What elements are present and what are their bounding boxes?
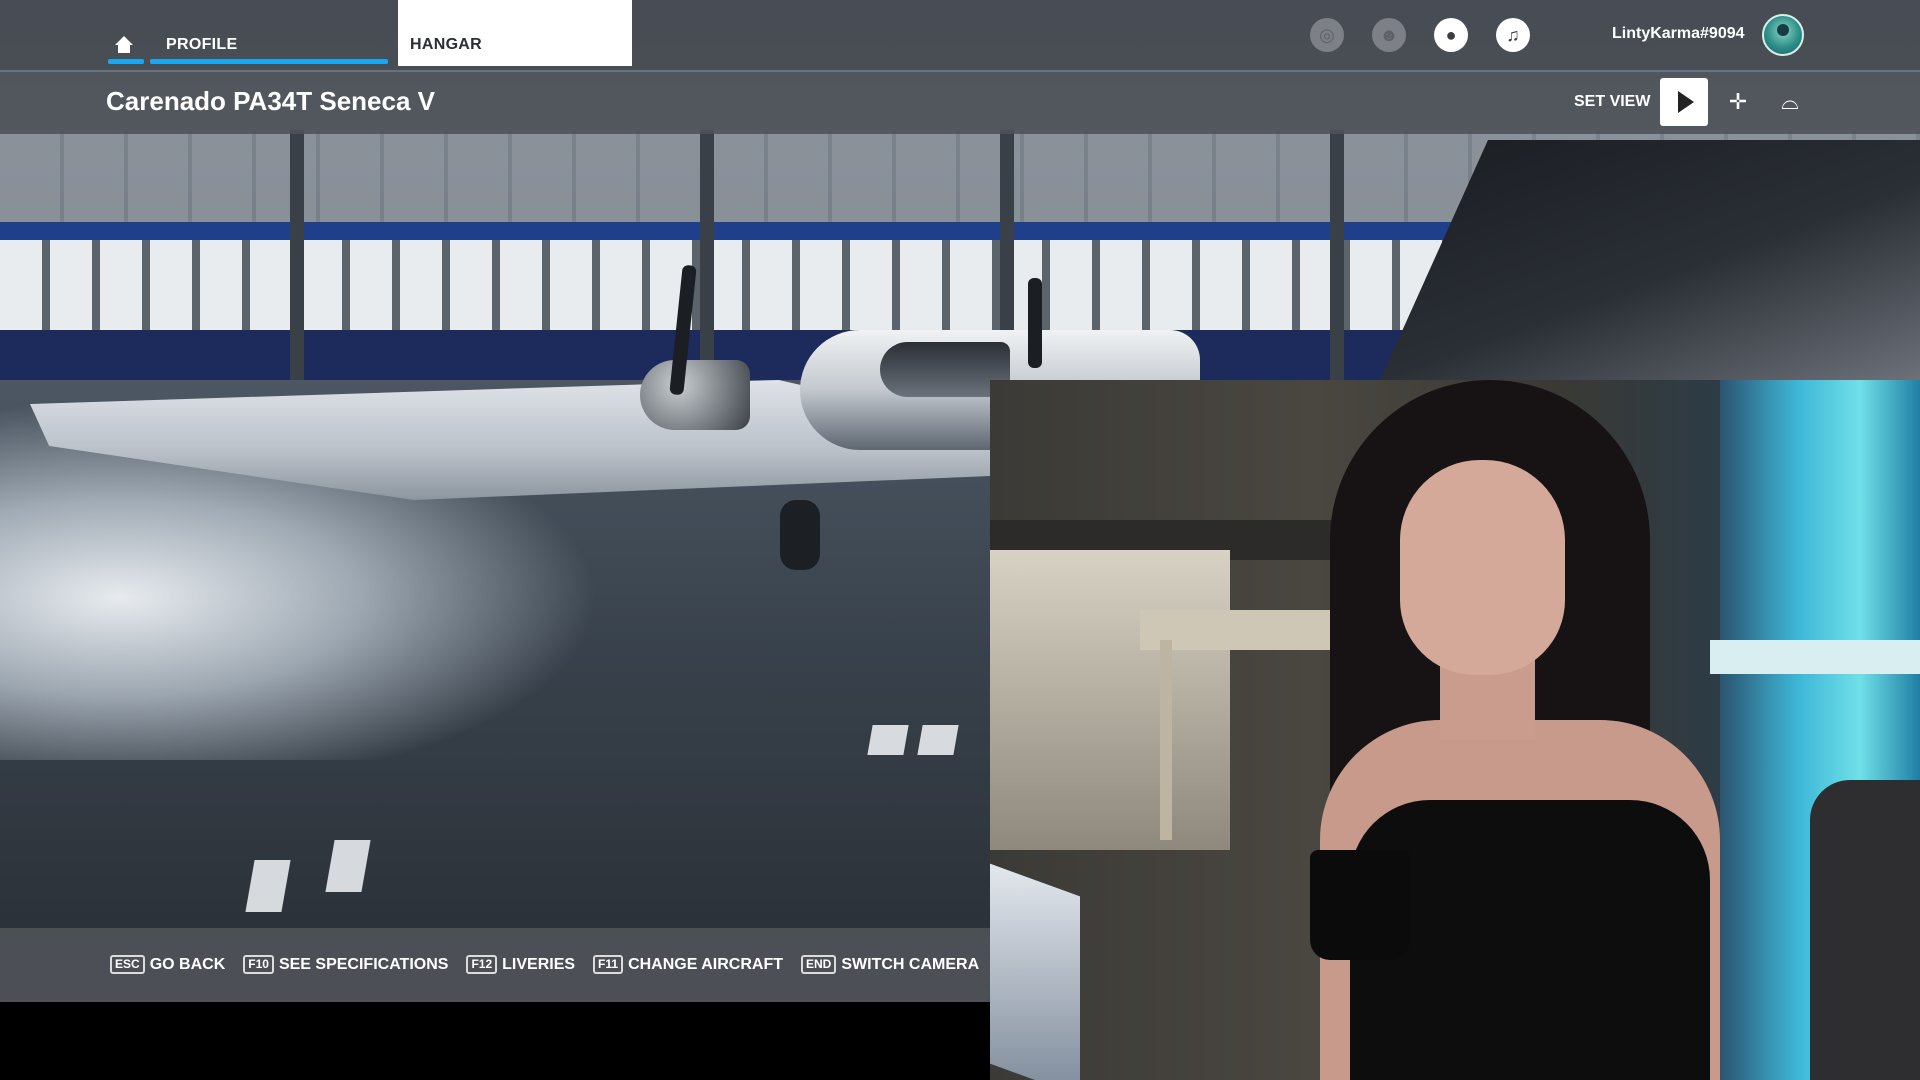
streamer-mug	[1310, 850, 1410, 960]
aircraft-landing-gear	[780, 500, 820, 570]
webcam-laptop	[990, 863, 1080, 1080]
profile-icon[interactable]: ●	[1434, 18, 1468, 52]
aircraft-propeller	[1028, 278, 1042, 368]
webcam-shelf	[1710, 640, 1920, 674]
tab-hangar[interactable]: HANGAR	[398, 0, 632, 66]
aircraft-engine-nacelle	[640, 360, 750, 430]
tab-profile[interactable]: PROFILE	[150, 0, 388, 66]
page-title: Carenado PA34T Seneca V	[106, 86, 435, 116]
cross-view-icon[interactable]: ✛	[1724, 88, 1752, 116]
streamer-face	[1400, 460, 1565, 675]
letterbox-bar	[0, 1002, 990, 1080]
username[interactable]: LintyKarma#9094	[1612, 25, 1745, 43]
avatar[interactable]	[1762, 14, 1804, 56]
hangar-beam	[290, 130, 304, 400]
set-view-label: SET VIEW	[1574, 93, 1651, 110]
side-view-icon[interactable]: ⌓	[1776, 88, 1804, 116]
achievements-icon[interactable]: ◎	[1310, 18, 1344, 52]
key-esc: ESC	[110, 955, 145, 974]
webcam-cabinet	[990, 550, 1230, 850]
hint-label: LIVERIES	[502, 955, 576, 973]
hint-label: GO BACK	[149, 955, 226, 973]
hint-label: SEE SPECIFICATIONS	[278, 955, 449, 973]
key-end: END	[801, 955, 837, 974]
home-tab[interactable]	[108, 0, 144, 66]
shortcut-hints: ESC GO BACK F10 SEE SPECIFICATIONS F12 L…	[110, 955, 979, 974]
webcam-table-leg	[1160, 640, 1172, 840]
see-specifications-hint[interactable]: F10 SEE SPECIFICATIONS	[243, 955, 448, 974]
hangar-beam	[1330, 130, 1344, 400]
tab-hangar-label: HANGAR	[410, 36, 483, 53]
switch-camera-hint[interactable]: END SWITCH CAMERA	[801, 955, 979, 974]
floor-marking	[917, 725, 959, 755]
webcam-chair	[1810, 780, 1920, 1080]
tab-profile-label: PROFILE	[166, 36, 238, 53]
change-aircraft-hint[interactable]: F11 CHANGE AIRCRAFT	[593, 955, 783, 974]
key-f10: F10	[243, 955, 274, 974]
home-icon	[114, 36, 134, 54]
home-tab-underline	[108, 59, 144, 64]
hangar-windows	[0, 240, 1450, 330]
top-navigation-bar: PROFILE HANGAR ◎ ☻ ● ♫ LintyKarma#9094	[0, 0, 1920, 70]
friends-icon[interactable]: ☻	[1372, 18, 1406, 52]
liveries-hint[interactable]: F12 LIVERIES	[466, 955, 575, 974]
hint-label: CHANGE AIRCRAFT	[628, 955, 784, 973]
active-tab-underline	[150, 59, 388, 64]
floor-marking	[867, 725, 909, 755]
play-icon[interactable]	[1660, 78, 1708, 126]
hint-label: SWITCH CAMERA	[841, 955, 980, 973]
key-f12: F12	[466, 955, 498, 974]
webcam-overlay	[990, 380, 1920, 1080]
notifications-icon[interactable]: ♫	[1496, 18, 1530, 52]
key-f11: F11	[593, 955, 624, 974]
go-back-hint[interactable]: ESC GO BACK	[110, 955, 225, 974]
